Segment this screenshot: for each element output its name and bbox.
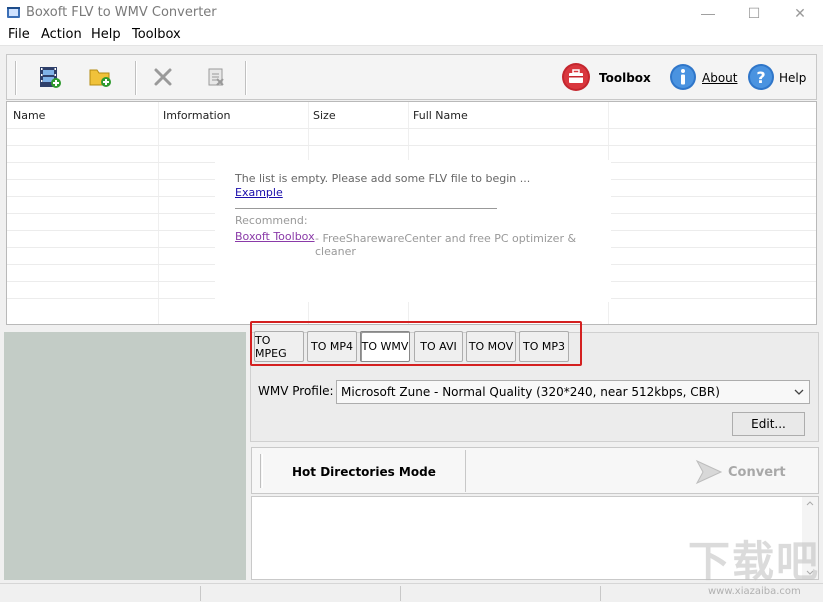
row-divider <box>7 145 816 146</box>
folder-add-icon <box>89 69 111 87</box>
panel-separator <box>465 450 466 492</box>
format-mpeg-button[interactable]: TO MPEG <box>254 331 304 362</box>
empty-list-message: The list is empty. Please add some FLV f… <box>235 172 531 185</box>
format-mov-button[interactable]: TO MOV <box>466 331 516 362</box>
menu-action[interactable]: Action <box>41 27 82 42</box>
close-button[interactable]: ✕ <box>777 0 823 26</box>
toolbox-label[interactable]: Toolbox <box>599 71 651 85</box>
toolbar: Toolbox About ? Help <box>6 54 817 100</box>
minimize-button[interactable]: — <box>685 0 731 26</box>
example-link[interactable]: Example <box>235 186 283 199</box>
format-wmv-button[interactable]: TO WMV <box>360 331 410 362</box>
toolbar-separator <box>135 61 137 95</box>
about-button[interactable] <box>668 63 698 91</box>
column-size[interactable]: Size <box>313 109 336 122</box>
menu-help[interactable]: Help <box>91 27 121 42</box>
toolbox-icon <box>562 63 590 91</box>
remove-button[interactable] <box>148 63 178 91</box>
add-video-button[interactable] <box>35 63 65 91</box>
convert-play-icon <box>695 459 723 485</box>
format-mp4-button[interactable]: TO MP4 <box>307 331 357 362</box>
add-folder-button[interactable] <box>85 63 115 91</box>
status-divider <box>200 586 201 601</box>
help-button[interactable]: ? <box>746 63 776 91</box>
status-divider <box>400 586 401 601</box>
video-preview <box>4 332 246 580</box>
format-mp3-button[interactable]: TO MP3 <box>519 331 569 362</box>
toolbar-separator <box>245 61 247 95</box>
profile-value: Microsoft Zune - Normal Quality (320*240… <box>341 385 720 399</box>
empty-list-notice: The list is empty. Please add some FLV f… <box>215 160 611 302</box>
menu-bar: File Action Help Toolbox <box>0 26 823 46</box>
boxoft-toolbox-link[interactable]: Boxoft Toolbox <box>235 230 315 243</box>
column-full-name[interactable]: Full Name <box>413 109 468 122</box>
help-question-icon: ? <box>748 64 774 90</box>
file-list[interactable]: Name Imformation Size Full Name The list… <box>6 101 817 325</box>
toolbox-description: - FreeSharewareCenter and free PC optimi… <box>315 232 577 258</box>
menu-file[interactable]: File <box>8 27 30 42</box>
clear-list-icon <box>208 68 224 86</box>
help-label[interactable]: Help <box>779 71 806 85</box>
delete-x-icon <box>154 68 172 86</box>
app-icon <box>7 7 20 18</box>
info-icon <box>670 64 696 90</box>
watermark-logo: 下载吧 <box>688 537 821 586</box>
chevron-down-icon <box>794 389 804 395</box>
title-bar: Boxoft FLV to WMV Converter — ☐ ✕ <box>0 0 823 26</box>
panel-separator <box>260 454 263 488</box>
hot-directories-mode-button[interactable]: Hot Directories Mode <box>292 465 436 479</box>
format-avi-button[interactable]: TO AVI <box>414 331 463 362</box>
row-divider <box>7 128 816 129</box>
watermark-url: www.xiazaiba.com <box>708 586 801 597</box>
profile-label: WMV Profile: <box>258 384 334 398</box>
about-label[interactable]: About <box>702 71 737 85</box>
column-information[interactable]: Imformation <box>163 109 230 122</box>
status-divider <box>600 586 601 601</box>
toolbox-button[interactable] <box>561 63 591 91</box>
film-add-icon <box>40 67 61 88</box>
edit-profile-button[interactable]: Edit... <box>732 412 805 436</box>
window-title: Boxoft FLV to WMV Converter <box>26 5 217 20</box>
hot-directories-panel: Hot Directories Mode Convert <box>251 447 819 494</box>
menu-toolbox[interactable]: Toolbox <box>132 27 181 42</box>
clear-list-button[interactable] <box>201 63 231 91</box>
profile-dropdown[interactable]: Microsoft Zune - Normal Quality (320*240… <box>336 380 810 404</box>
toolbar-separator <box>15 61 17 95</box>
divider <box>235 208 497 209</box>
convert-button[interactable]: Convert <box>728 465 786 480</box>
recommend-label: Recommend: <box>235 214 308 227</box>
column-name[interactable]: Name <box>13 109 45 122</box>
svg-text:?: ? <box>756 68 765 87</box>
maximize-button[interactable]: ☐ <box>731 0 777 26</box>
